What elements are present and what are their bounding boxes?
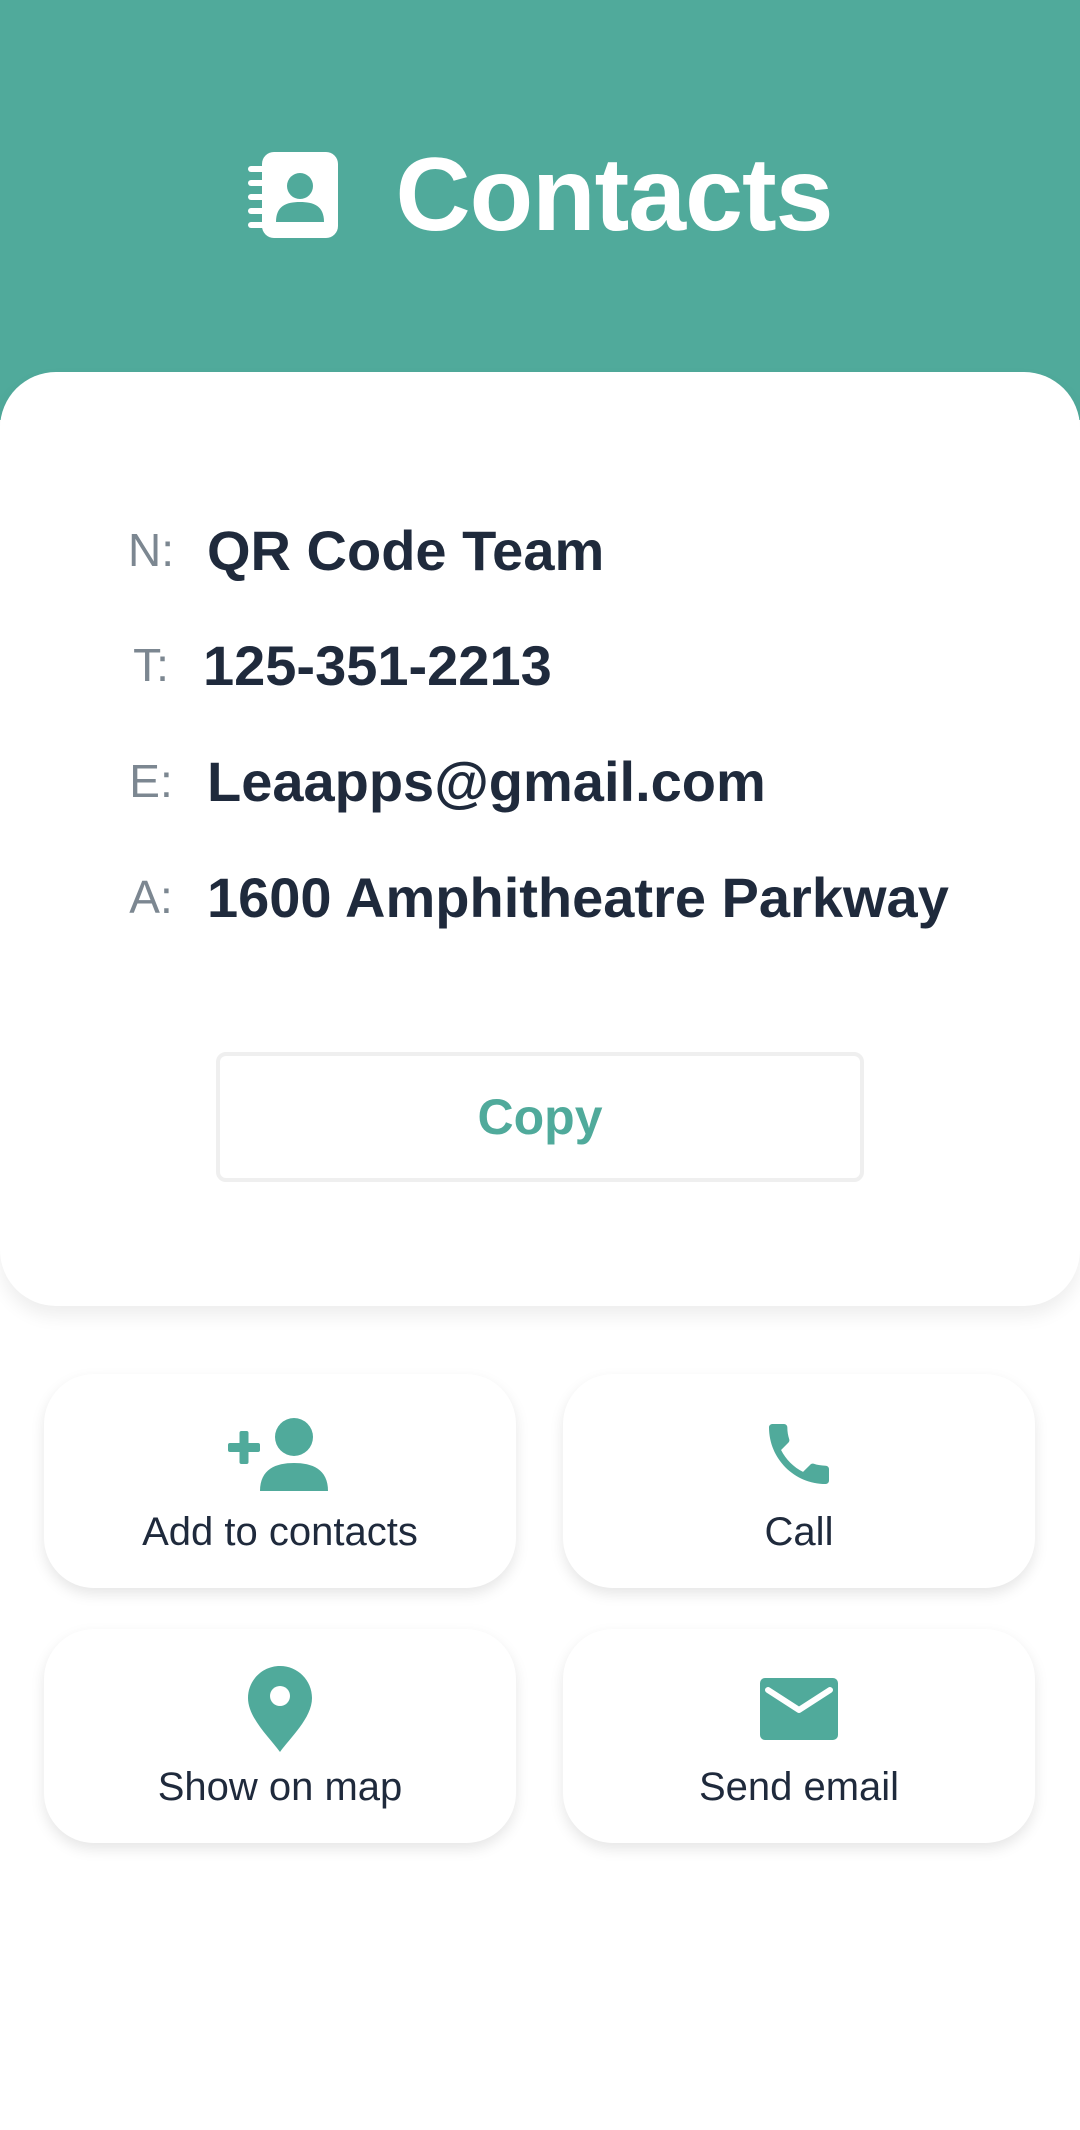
contact-card: N: QR Code Team T: 125-351-2213 E: Leaap… xyxy=(0,372,1080,1306)
send-email-label: Send email xyxy=(698,1765,900,1809)
copy-button[interactable]: Copy xyxy=(216,1052,864,1182)
field-value-name: QR Code Team xyxy=(207,518,605,582)
map-pin-icon xyxy=(248,1666,312,1752)
contact-field-email: E: Leaapps@gmail.com xyxy=(0,736,1080,826)
show-on-map-button[interactable]: Show on map xyxy=(44,1629,516,1843)
phone-icon xyxy=(769,1424,829,1484)
envelope-icon xyxy=(760,1678,838,1740)
header-bar: Contacts xyxy=(0,0,1080,420)
field-value-phone: 125-351-2213 xyxy=(203,633,552,697)
field-value-address: 1600 Amphitheatre Parkway xyxy=(207,865,949,929)
call-label: Call xyxy=(764,1510,834,1554)
add-to-contacts-button[interactable]: Add to contacts xyxy=(44,1374,516,1588)
field-label-address: A: xyxy=(129,871,173,923)
field-label-name: N: xyxy=(128,524,174,576)
contact-field-address: A: 1600 Amphitheatre Parkway xyxy=(0,852,1080,942)
field-value-email: Leaapps@gmail.com xyxy=(207,749,766,813)
page-title: Contacts xyxy=(395,137,834,253)
add-to-contacts-label: Add to contacts xyxy=(142,1510,418,1554)
show-on-map-label: Show on map xyxy=(157,1765,403,1809)
send-email-button[interactable]: Send email xyxy=(563,1629,1035,1843)
field-label-phone: T: xyxy=(133,639,169,691)
contact-book-icon xyxy=(247,152,338,238)
contact-field-phone: T: 125-351-2213 xyxy=(0,620,1080,710)
add-person-icon xyxy=(228,1418,328,1491)
header-title-group: Contacts xyxy=(0,130,1080,260)
contact-field-name: N: QR Code Team xyxy=(0,505,1080,595)
field-label-email: E: xyxy=(129,755,173,807)
call-button[interactable]: Call xyxy=(563,1374,1035,1588)
